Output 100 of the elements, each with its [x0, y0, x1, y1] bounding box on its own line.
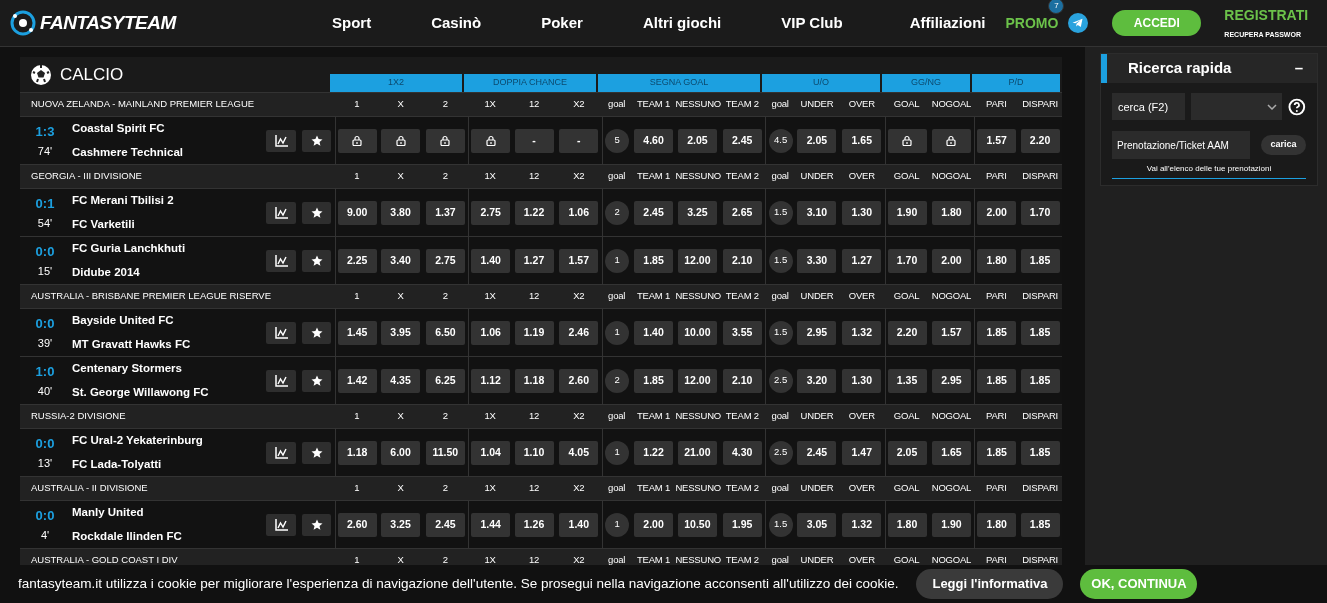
odds-button[interactable]: 2.75	[471, 200, 511, 225]
favorite-button[interactable]	[302, 369, 331, 392]
nav-link[interactable]: Casinò	[431, 11, 482, 35]
register-link[interactable]: REGISTRATI	[1224, 5, 1309, 27]
odds-button[interactable]: 1.12	[471, 368, 511, 393]
odds-button[interactable]: 4.35	[381, 368, 420, 393]
odds-button[interactable]: 1.04	[471, 440, 511, 465]
odds-button[interactable]: 1.18	[514, 368, 554, 393]
load-button[interactable]: carica	[1261, 135, 1306, 155]
odds-button[interactable]: 1.57	[559, 248, 599, 273]
odds-button[interactable]: 1.85	[977, 368, 1017, 393]
odds-button[interactable]: 1.80	[931, 200, 971, 225]
nav-link[interactable]: Poker	[541, 11, 583, 35]
odds-button[interactable]: 1.32	[842, 320, 882, 345]
odds-button[interactable]: 3.25	[381, 512, 420, 537]
odds-button[interactable]: -	[559, 128, 599, 153]
odds-button[interactable]: 1.27	[842, 248, 882, 273]
odds-button[interactable]: 1.32	[842, 512, 882, 537]
locked-odds-button[interactable]	[337, 128, 377, 153]
odds-button[interactable]: 3.30	[797, 248, 837, 273]
odds-button[interactable]: 2.10	[722, 248, 762, 273]
odds-button[interactable]: 3.95	[381, 320, 420, 345]
locked-odds-button[interactable]	[887, 128, 927, 153]
odds-button[interactable]: 1.45	[337, 320, 377, 345]
odds-button[interactable]: 1.44	[471, 512, 511, 537]
odds-button[interactable]: 3.40	[381, 248, 420, 273]
odds-button[interactable]: 10.50	[677, 512, 717, 537]
odds-button[interactable]: 2.45	[425, 512, 465, 537]
stats-button[interactable]	[266, 129, 296, 152]
odds-button[interactable]: 2.46	[559, 320, 599, 345]
odds-button[interactable]: 1.40	[559, 512, 599, 537]
odds-button[interactable]: 2.05	[677, 128, 717, 153]
odds-button[interactable]: 1.90	[931, 512, 971, 537]
odds-button[interactable]: 1.57	[977, 128, 1017, 153]
favorite-button[interactable]	[302, 249, 331, 272]
odds-button[interactable]: 3.10	[797, 200, 837, 225]
locked-odds-button[interactable]	[425, 128, 465, 153]
odds-button[interactable]: 1.85	[1020, 440, 1060, 465]
odds-button[interactable]: 3.80	[381, 200, 420, 225]
odds-button[interactable]: 2.05	[797, 128, 837, 153]
odds-button[interactable]: 3.20	[797, 368, 837, 393]
odds-button[interactable]: 1.85	[1020, 368, 1060, 393]
favorite-button[interactable]	[302, 441, 331, 464]
ticket-field[interactable]: Prenotazione/Ticket AAM	[1112, 131, 1250, 159]
odds-button[interactable]: 2.45	[722, 128, 762, 153]
odds-button[interactable]: 1.85	[1020, 512, 1060, 537]
odds-button[interactable]: 10.00	[677, 320, 717, 345]
locked-odds-button[interactable]	[471, 128, 511, 153]
odds-button[interactable]: 1.40	[634, 320, 674, 345]
odds-button[interactable]: 1.47	[842, 440, 882, 465]
odds-button[interactable]: 12.00	[677, 368, 717, 393]
odds-button[interactable]: 1.42	[337, 368, 377, 393]
odds-button[interactable]: 2.60	[337, 512, 377, 537]
locked-odds-button[interactable]	[931, 128, 971, 153]
odds-button[interactable]: 1.65	[931, 440, 971, 465]
odds-button[interactable]: 1.22	[514, 200, 554, 225]
odds-button[interactable]: 2.65	[722, 200, 762, 225]
odds-button[interactable]: 1.40	[471, 248, 511, 273]
logo-text[interactable]: FANTASYTEAM	[40, 8, 176, 38]
odds-button[interactable]: 2.10	[722, 368, 762, 393]
odds-button[interactable]: 3.05	[797, 512, 837, 537]
odds-button[interactable]: 1.70	[1020, 200, 1060, 225]
odds-button[interactable]: 1.18	[337, 440, 377, 465]
odds-button[interactable]: 2.00	[931, 248, 971, 273]
odds-button[interactable]: 6.50	[425, 320, 465, 345]
stats-button[interactable]	[266, 321, 296, 344]
odds-button[interactable]: 4.05	[559, 440, 599, 465]
odds-button[interactable]: 12.00	[677, 248, 717, 273]
promo-link[interactable]: PROMO	[1005, 15, 1059, 31]
stats-button[interactable]	[266, 249, 296, 272]
odds-button[interactable]: 1.85	[977, 440, 1017, 465]
odds-button[interactable]: 6.00	[381, 440, 420, 465]
odds-button[interactable]: 2.20	[887, 320, 927, 345]
odds-button[interactable]: 1.85	[1020, 248, 1060, 273]
bookings-link[interactable]: Vai all'elenco delle tue prenotazioni	[1112, 163, 1306, 179]
favorite-button[interactable]	[302, 321, 331, 344]
locked-odds-button[interactable]	[381, 128, 420, 153]
favorite-button[interactable]	[302, 201, 331, 224]
privacy-info-button[interactable]: Leggi l'informativa	[916, 569, 1064, 599]
odds-button[interactable]: 9.00	[337, 200, 377, 225]
odds-button[interactable]: 1.19	[514, 320, 554, 345]
nav-link[interactable]: Affiliazioni	[909, 11, 986, 35]
odds-button[interactable]: 1.85	[1020, 320, 1060, 345]
odds-button[interactable]: 1.27	[514, 248, 554, 273]
odds-button[interactable]: 1.65	[842, 128, 882, 153]
favorite-button[interactable]	[302, 513, 331, 536]
collapse-button[interactable]: –	[1294, 57, 1303, 80]
odds-button[interactable]: 2.20	[1020, 128, 1060, 153]
odds-button[interactable]: 1.35	[887, 368, 927, 393]
odds-button[interactable]: 1.85	[634, 248, 674, 273]
nav-link[interactable]: Sport	[332, 11, 372, 35]
nav-link[interactable]: VIP Club	[781, 11, 843, 35]
odds-button[interactable]: 6.25	[425, 368, 465, 393]
odds-button[interactable]: 1.80	[977, 248, 1017, 273]
odds-button[interactable]: 1.30	[842, 200, 882, 225]
odds-button[interactable]: 2.00	[634, 512, 674, 537]
nav-link[interactable]: Altri giochi	[642, 11, 722, 35]
odds-button[interactable]: 1.37	[425, 200, 465, 225]
odds-button[interactable]: 1.30	[842, 368, 882, 393]
odds-button[interactable]: -	[514, 128, 554, 153]
